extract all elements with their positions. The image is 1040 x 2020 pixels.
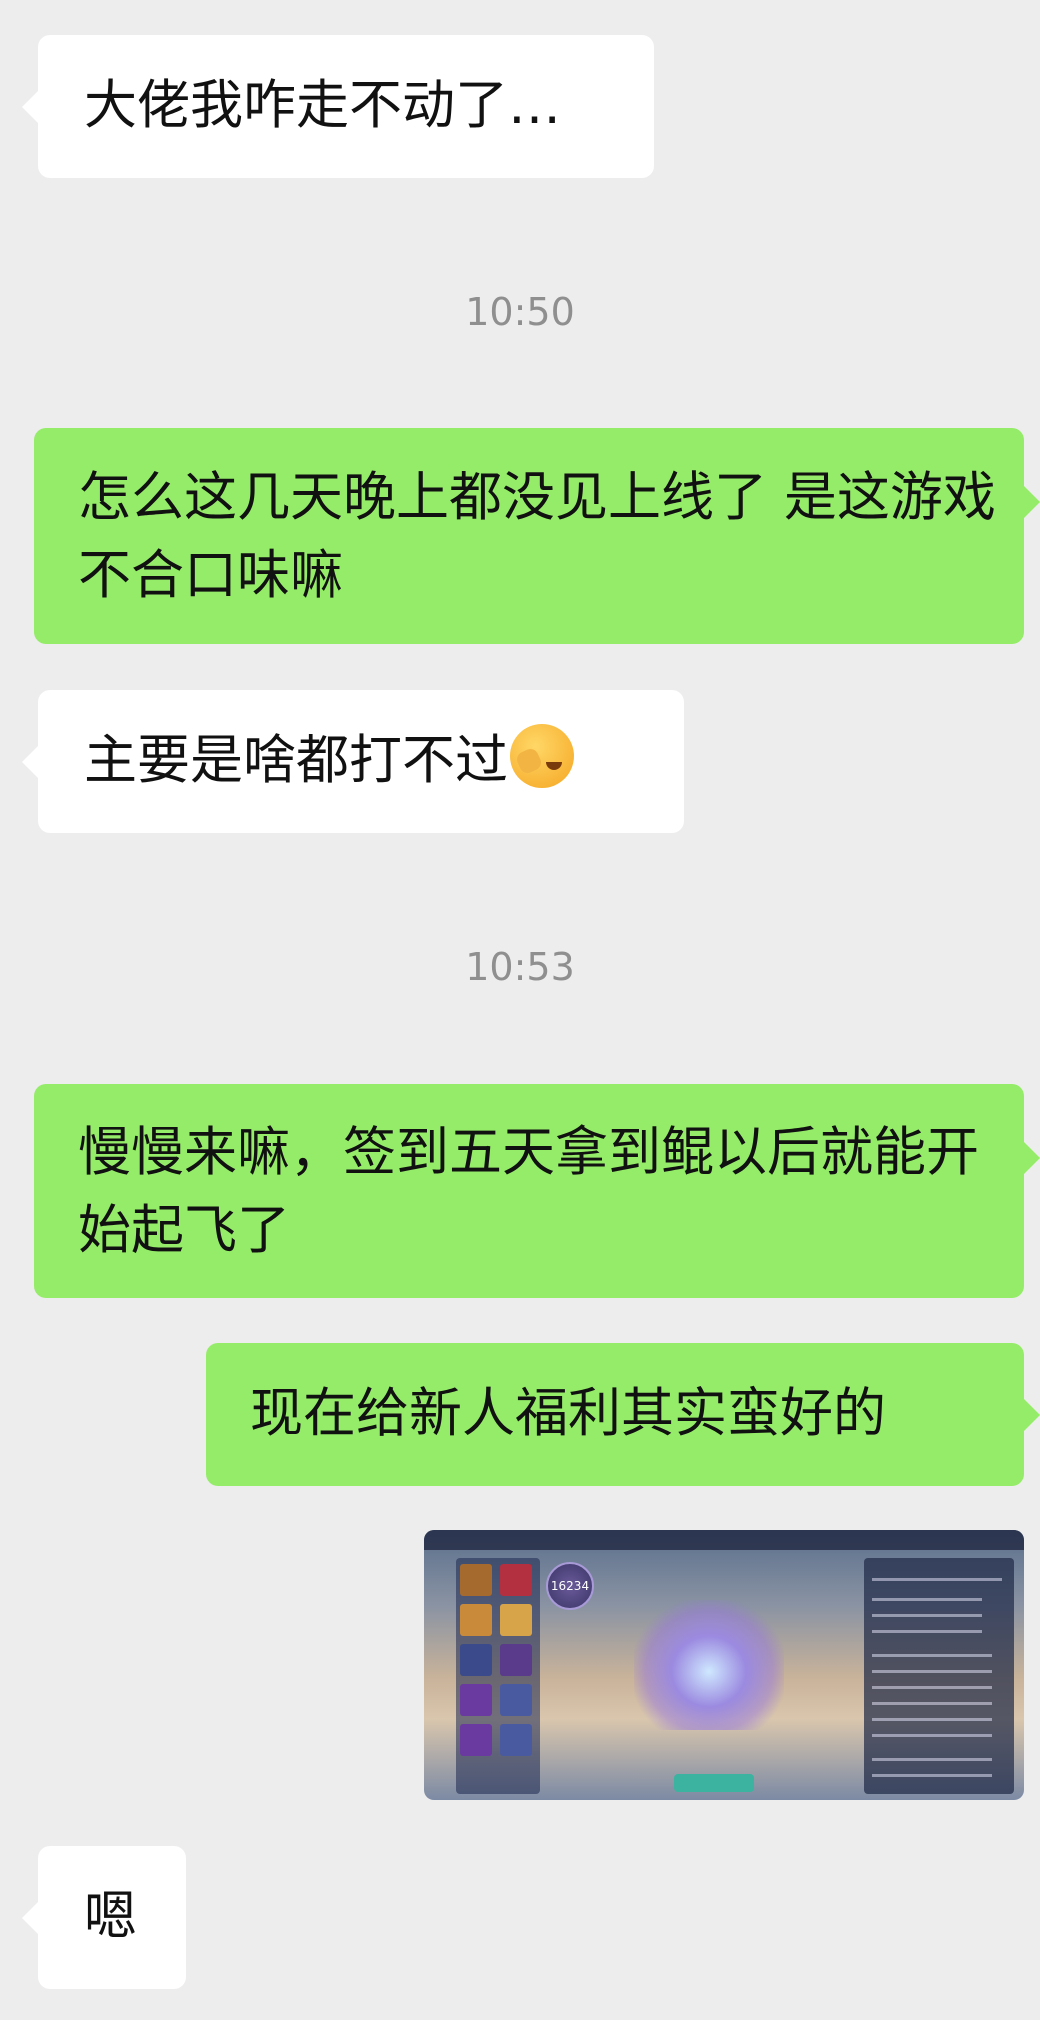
incoming-message[interactable]: 主要是啥都打不过 bbox=[22, 690, 684, 833]
message-text: 慢慢来嘛，签到五天拿到鲲以后就能开始起飞了 bbox=[78, 1122, 979, 1261]
crying-face-emoji-icon bbox=[510, 724, 574, 788]
message-text: 大佬我咋走不动了… bbox=[84, 75, 561, 136]
message-text: 嗯 bbox=[84, 1886, 137, 1947]
message-text: 怎么这几天晚上都没见上线了 是这游戏不合口味嘛 bbox=[78, 467, 996, 606]
outgoing-message[interactable]: 怎么这几天晚上都没见上线了 是这游戏不合口味嘛 bbox=[34, 428, 1040, 644]
incoming-message[interactable]: 嗯 bbox=[22, 1846, 186, 1989]
timestamp: 10:50 bbox=[465, 290, 575, 334]
game-stats-panel bbox=[864, 1558, 1014, 1794]
image-message[interactable]: 16234 bbox=[424, 1530, 1024, 1800]
game-pet-figure bbox=[634, 1600, 784, 1730]
incoming-message[interactable]: 大佬我咋走不动了… bbox=[22, 35, 654, 178]
game-power-badge: 16234 bbox=[546, 1562, 594, 1610]
message-text: 现在给新人福利其实蛮好的 bbox=[250, 1383, 886, 1444]
game-top-bar bbox=[424, 1530, 1024, 1550]
message-text: 主要是啥都打不过 bbox=[84, 730, 508, 791]
timestamp: 10:53 bbox=[465, 945, 575, 989]
game-deploy-button bbox=[674, 1774, 754, 1792]
outgoing-message[interactable]: 现在给新人福利其实蛮好的 bbox=[206, 1343, 1040, 1486]
game-pet-list bbox=[456, 1558, 540, 1794]
outgoing-message[interactable]: 慢慢来嘛，签到五天拿到鲲以后就能开始起飞了 bbox=[34, 1084, 1040, 1298]
